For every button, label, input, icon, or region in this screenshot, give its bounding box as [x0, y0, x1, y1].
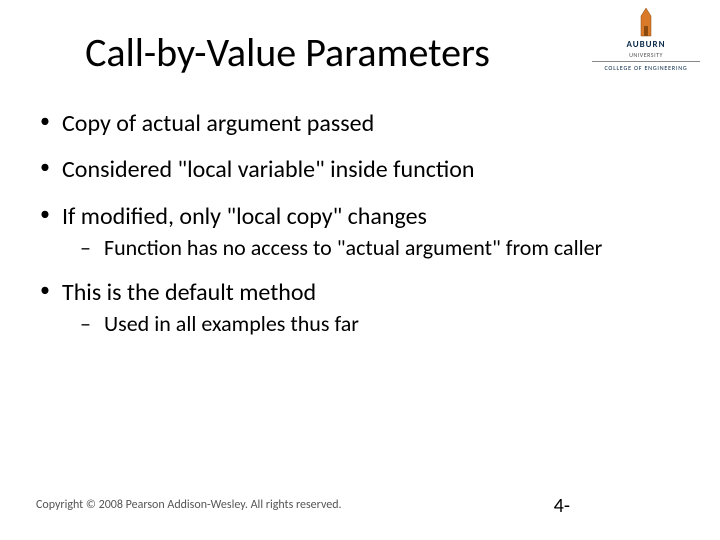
- copyright-text: Copyright © 2008 Pearson Addison-Wesley.…: [36, 498, 342, 512]
- bullet-group: If modified, only "local copy" changes F…: [36, 203, 680, 261]
- logo-college-name: COLLEGE OF ENGINEERING: [586, 65, 706, 72]
- tower-icon: [639, 8, 653, 38]
- page-number: 4-: [554, 494, 570, 518]
- bullet-level1: If modified, only "local copy" changes: [36, 203, 680, 231]
- bullet-level1: Considered "local variable" inside funct…: [36, 156, 680, 184]
- logo-university-sub: UNIVERSITY: [586, 52, 706, 59]
- bullet-level1: This is the default method: [36, 279, 680, 307]
- bullet-level2: Used in all examples thus far: [36, 311, 680, 337]
- bullet-level1: Copy of actual argument passed: [36, 110, 680, 138]
- logo-university-name: AUBURN: [586, 40, 706, 50]
- bullet-group: This is the default method Used in all e…: [36, 279, 680, 337]
- bullet-level2: Function has no access to "actual argume…: [36, 235, 680, 261]
- university-logo: AUBURN UNIVERSITY COLLEGE OF ENGINEERING: [586, 8, 706, 72]
- slide-title: Call-by-Value Parameters: [0, 28, 575, 77]
- logo-divider: [592, 61, 700, 62]
- slide-body: Copy of actual argument passed Considere…: [36, 110, 680, 355]
- slide: Call-by-Value Parameters AUBURN UNIVERSI…: [0, 0, 720, 540]
